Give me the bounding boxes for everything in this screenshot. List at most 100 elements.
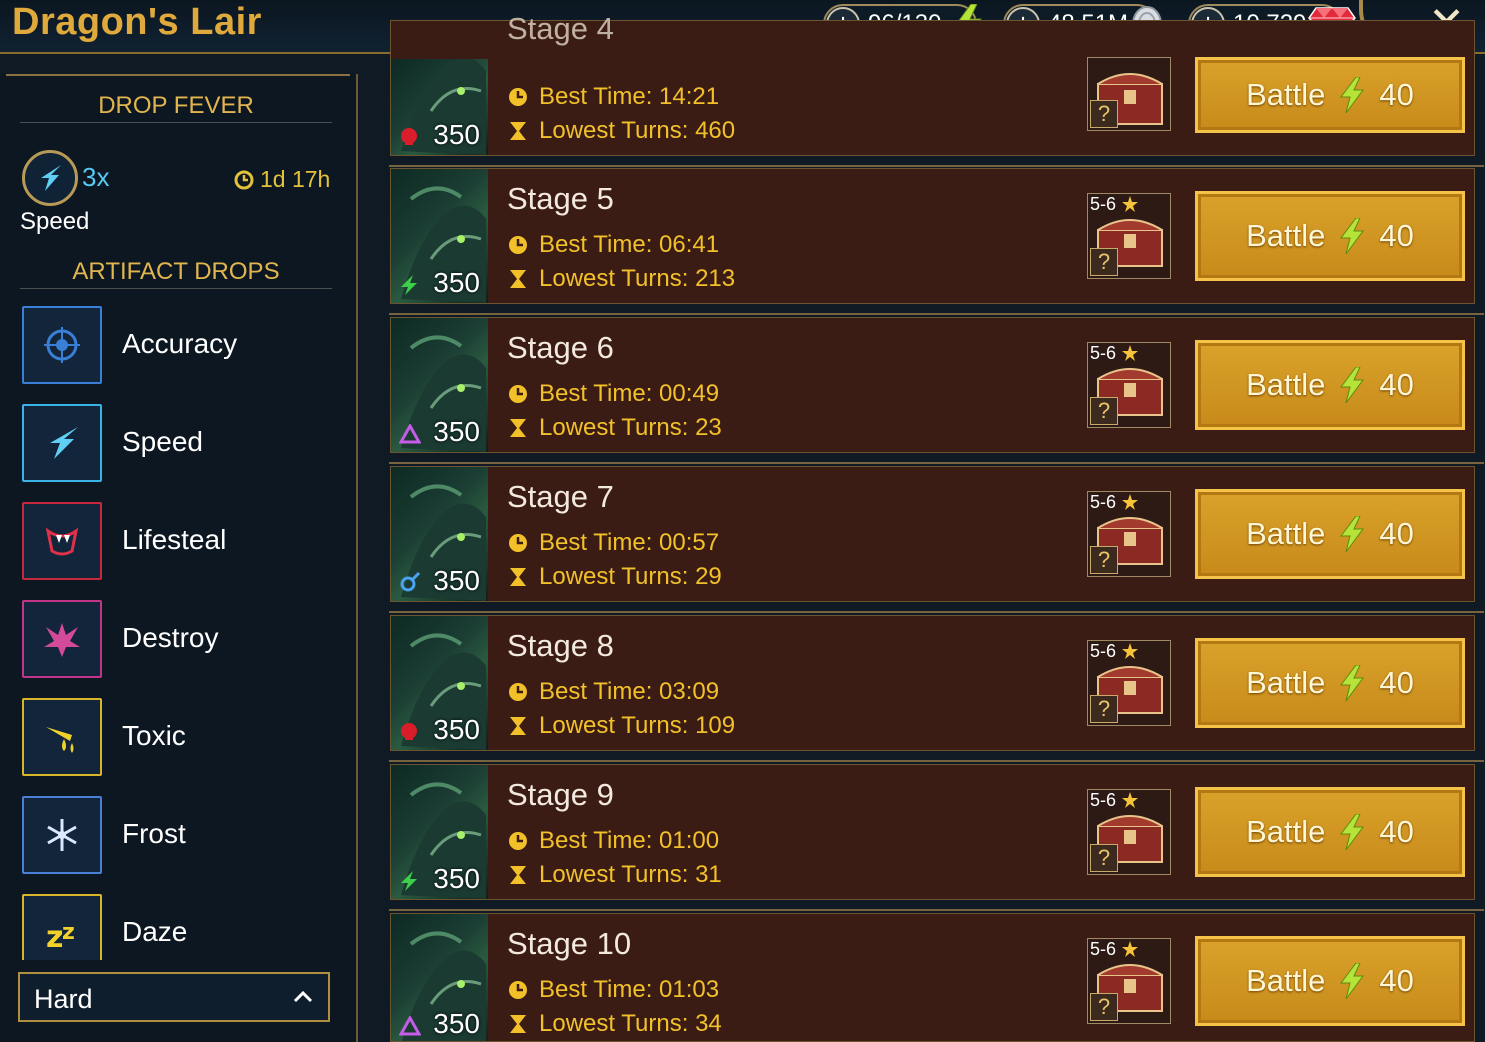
drop-daze[interactable]: zz Daze <box>22 894 352 960</box>
stage-title: Stage 5 <box>507 181 614 216</box>
fever-timer: 1d 17h <box>234 166 330 193</box>
unknown-reward-marker: ? <box>1090 993 1118 1021</box>
unknown-reward-marker: ? <box>1090 695 1118 723</box>
unknown-reward-marker: ? <box>1090 546 1118 574</box>
stage-power: 350 <box>433 565 480 596</box>
energy-cost: 40 <box>1379 516 1414 551</box>
svg-text:z: z <box>62 920 75 945</box>
stage-row: 350 Stage 9 Best Time: 01:00 Lowest Turn… <box>389 764 1484 911</box>
lowest-turns-text: Lowest Turns: 34 <box>539 1010 722 1037</box>
lowest-turns-text: Lowest Turns: 31 <box>539 861 722 888</box>
dragon-portrait: 350 <box>391 616 488 750</box>
fever-stat: Speed <box>20 208 90 235</box>
lowest-turns-text: Lowest Turns: 23 <box>539 414 722 441</box>
stage-power: 350 <box>433 119 480 150</box>
battle-button[interactable]: Battle 40 <box>1195 340 1465 430</box>
drop-toxic[interactable]: Toxic <box>22 698 352 778</box>
dragon-portrait: 350 <box>391 914 488 1041</box>
battle-button[interactable]: Battle 40 <box>1195 57 1465 133</box>
best-time: Best Time: 06:41 <box>507 231 719 259</box>
battle-button[interactable]: Battle 40 <box>1195 787 1465 877</box>
reward-chest[interactable]: 5-6 ? <box>1087 789 1171 875</box>
energy-icon <box>1340 516 1365 552</box>
best-time: Best Time: 00:49 <box>507 380 719 408</box>
energy-cost: 40 <box>1379 77 1414 112</box>
clock-icon <box>509 88 527 106</box>
hourglass-icon <box>510 717 526 735</box>
lowest-turns: Lowest Turns: 23 <box>507 414 722 442</box>
energy-cost: 40 <box>1379 963 1414 998</box>
reward-chest[interactable]: 5-6 ? <box>1087 491 1171 577</box>
drop-speed[interactable]: Speed <box>22 404 352 484</box>
unknown-reward-marker: ? <box>1090 397 1118 425</box>
drop-accuracy[interactable]: Accuracy <box>22 306 352 386</box>
sidebar: DROP FEVER 3x 1d 17h Speed ARTIFACT DROP… <box>0 74 358 1042</box>
reward-chest[interactable]: ? <box>1087 57 1171 131</box>
stage-row: 350 Stage 4 Best Time: 14:21 Lowest Turn… <box>389 11 1484 167</box>
clock-icon <box>509 683 527 701</box>
lowest-turns: Lowest Turns: 460 <box>507 117 735 145</box>
dragon-portrait: 350 <box>391 765 488 899</box>
chevron-up-icon <box>293 990 313 1003</box>
drop-label: Accuracy <box>122 328 238 359</box>
clock-icon <box>234 170 254 189</box>
reward-chest[interactable]: 5-6 ? <box>1087 938 1171 1024</box>
best-time: Best Time: 03:09 <box>507 678 719 706</box>
fever-time-left: 1d 17h <box>260 166 331 192</box>
lowest-turns: Lowest Turns: 31 <box>507 861 722 889</box>
energy-cost: 40 <box>1379 814 1414 849</box>
drop-label: Daze <box>122 916 188 947</box>
difficulty-select[interactable]: Hard <box>18 972 330 1022</box>
energy-icon <box>1340 367 1365 403</box>
stage-title: Stage 4 <box>507 11 614 46</box>
best-time-text: Best Time: 00:49 <box>539 380 720 407</box>
battle-button[interactable]: Battle 40 <box>1195 489 1465 579</box>
svg-text:z: z <box>46 920 63 953</box>
unknown-reward-marker: ? <box>1090 100 1118 128</box>
unknown-reward-marker: ? <box>1090 844 1118 872</box>
best-time: Best Time: 14:21 <box>507 83 719 111</box>
stage-row: 350 Stage 5 Best Time: 06:41 Lowest Turn… <box>389 168 1484 315</box>
void-affinity-icon <box>399 1016 421 1036</box>
drop-destroy[interactable]: Destroy <box>22 600 352 680</box>
void-affinity-icon <box>399 424 421 444</box>
dragon-portrait: 350 <box>391 59 488 155</box>
accuracy-icon <box>22 306 102 384</box>
stage-power: 350 <box>433 714 480 745</box>
toxic-icon <box>22 698 102 776</box>
reward-chest[interactable]: 5-6 ? <box>1087 342 1171 428</box>
dragon-portrait: 350 <box>391 318 488 452</box>
energy-icon <box>1340 77 1365 113</box>
drop-frost[interactable]: Frost <box>22 796 352 876</box>
dragon-portrait: 350 <box>391 169 488 303</box>
best-time-text: Best Time: 01:00 <box>539 827 720 854</box>
stage-title: Stage 8 <box>507 628 614 663</box>
best-time: Best Time: 00:57 <box>507 529 719 557</box>
hourglass-icon <box>510 1015 526 1033</box>
stage-title: Stage 6 <box>507 330 614 365</box>
drop-lifesteal[interactable]: Lifesteal <box>22 502 352 582</box>
battle-label: Battle <box>1246 218 1326 253</box>
drop-label: Destroy <box>122 622 219 653</box>
lowest-turns: Lowest Turns: 29 <box>507 563 722 591</box>
best-time-text: Best Time: 14:21 <box>539 83 720 110</box>
stage-power: 350 <box>433 863 480 894</box>
lowest-turns-text: Lowest Turns: 29 <box>539 563 722 590</box>
hourglass-icon <box>510 419 526 437</box>
energy-icon <box>1340 963 1365 999</box>
battle-label: Battle <box>1246 367 1326 402</box>
reward-chest[interactable]: 5-6 ? <box>1087 193 1171 279</box>
force-affinity-icon <box>401 723 417 740</box>
clock-icon <box>509 832 527 850</box>
battle-button[interactable]: Battle 40 <box>1195 191 1465 281</box>
clock-icon <box>509 236 527 254</box>
drop-label: Speed <box>122 426 203 457</box>
lowest-turns: Lowest Turns: 34 <box>507 1010 722 1038</box>
drop-label: Lifesteal <box>122 524 227 555</box>
battle-button[interactable]: Battle 40 <box>1195 638 1465 728</box>
lowest-turns: Lowest Turns: 109 <box>507 712 735 740</box>
battle-button[interactable]: Battle 40 <box>1195 936 1465 1026</box>
reward-chest[interactable]: 5-6 ? <box>1087 640 1171 726</box>
destroy-icon <box>22 600 102 678</box>
hourglass-icon <box>510 866 526 884</box>
